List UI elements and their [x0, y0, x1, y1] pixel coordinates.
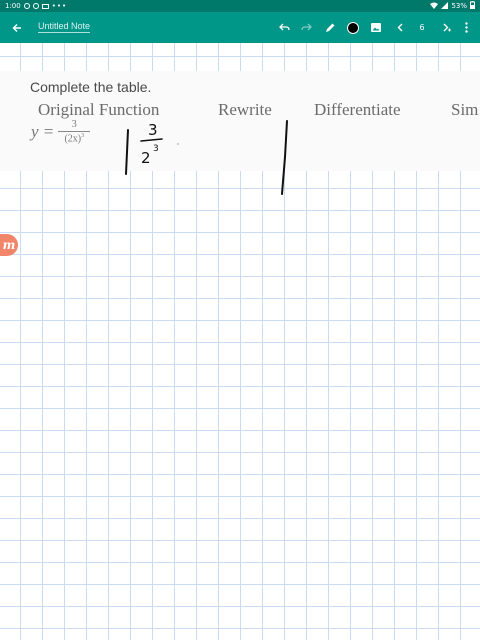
note-title[interactable]: Untitled Note [38, 21, 91, 33]
battery-icon [470, 1, 475, 11]
next-page-icon[interactable] [438, 12, 454, 43]
gallery-notification-icon [41, 3, 49, 9]
back-arrow-icon[interactable] [6, 12, 28, 43]
pen-color-button[interactable] [345, 12, 361, 43]
notification-icon [23, 3, 30, 9]
app-bar: Untitled Note 6 [0, 12, 480, 43]
ink-fraction-bar [140, 138, 163, 142]
ink-divider-right [281, 120, 288, 195]
color-swatch [347, 21, 359, 34]
more-notifications-icon: ••• [51, 2, 68, 10]
notification-icon [32, 3, 39, 9]
pen-icon[interactable] [322, 12, 338, 43]
more-options-icon[interactable] [458, 12, 474, 43]
undo-icon[interactable] [276, 12, 292, 43]
previous-page-icon[interactable] [392, 12, 408, 43]
ink-numerator: 3 [148, 121, 158, 139]
status-time: 1:00 [5, 2, 21, 10]
signal-icon [441, 1, 449, 11]
wifi-icon [430, 2, 439, 11]
insert-image-icon[interactable] [368, 12, 384, 43]
ink-base: 2 [141, 149, 151, 167]
battery-percent: 53% [451, 2, 467, 10]
note-canvas[interactable]: Complete the table. Original Function Re… [0, 43, 480, 640]
status-bar: 1:00 ••• 53% [0, 0, 480, 12]
ink-divider-left [125, 129, 129, 175]
page-number: 6 [419, 23, 425, 32]
redo-icon[interactable] [298, 12, 314, 43]
ink-dot [177, 143, 179, 145]
logo-letter: m [2, 238, 16, 252]
ink-exponent: 3 [153, 144, 159, 154]
handwriting-layer: 3 2 3 [125, 120, 288, 195]
